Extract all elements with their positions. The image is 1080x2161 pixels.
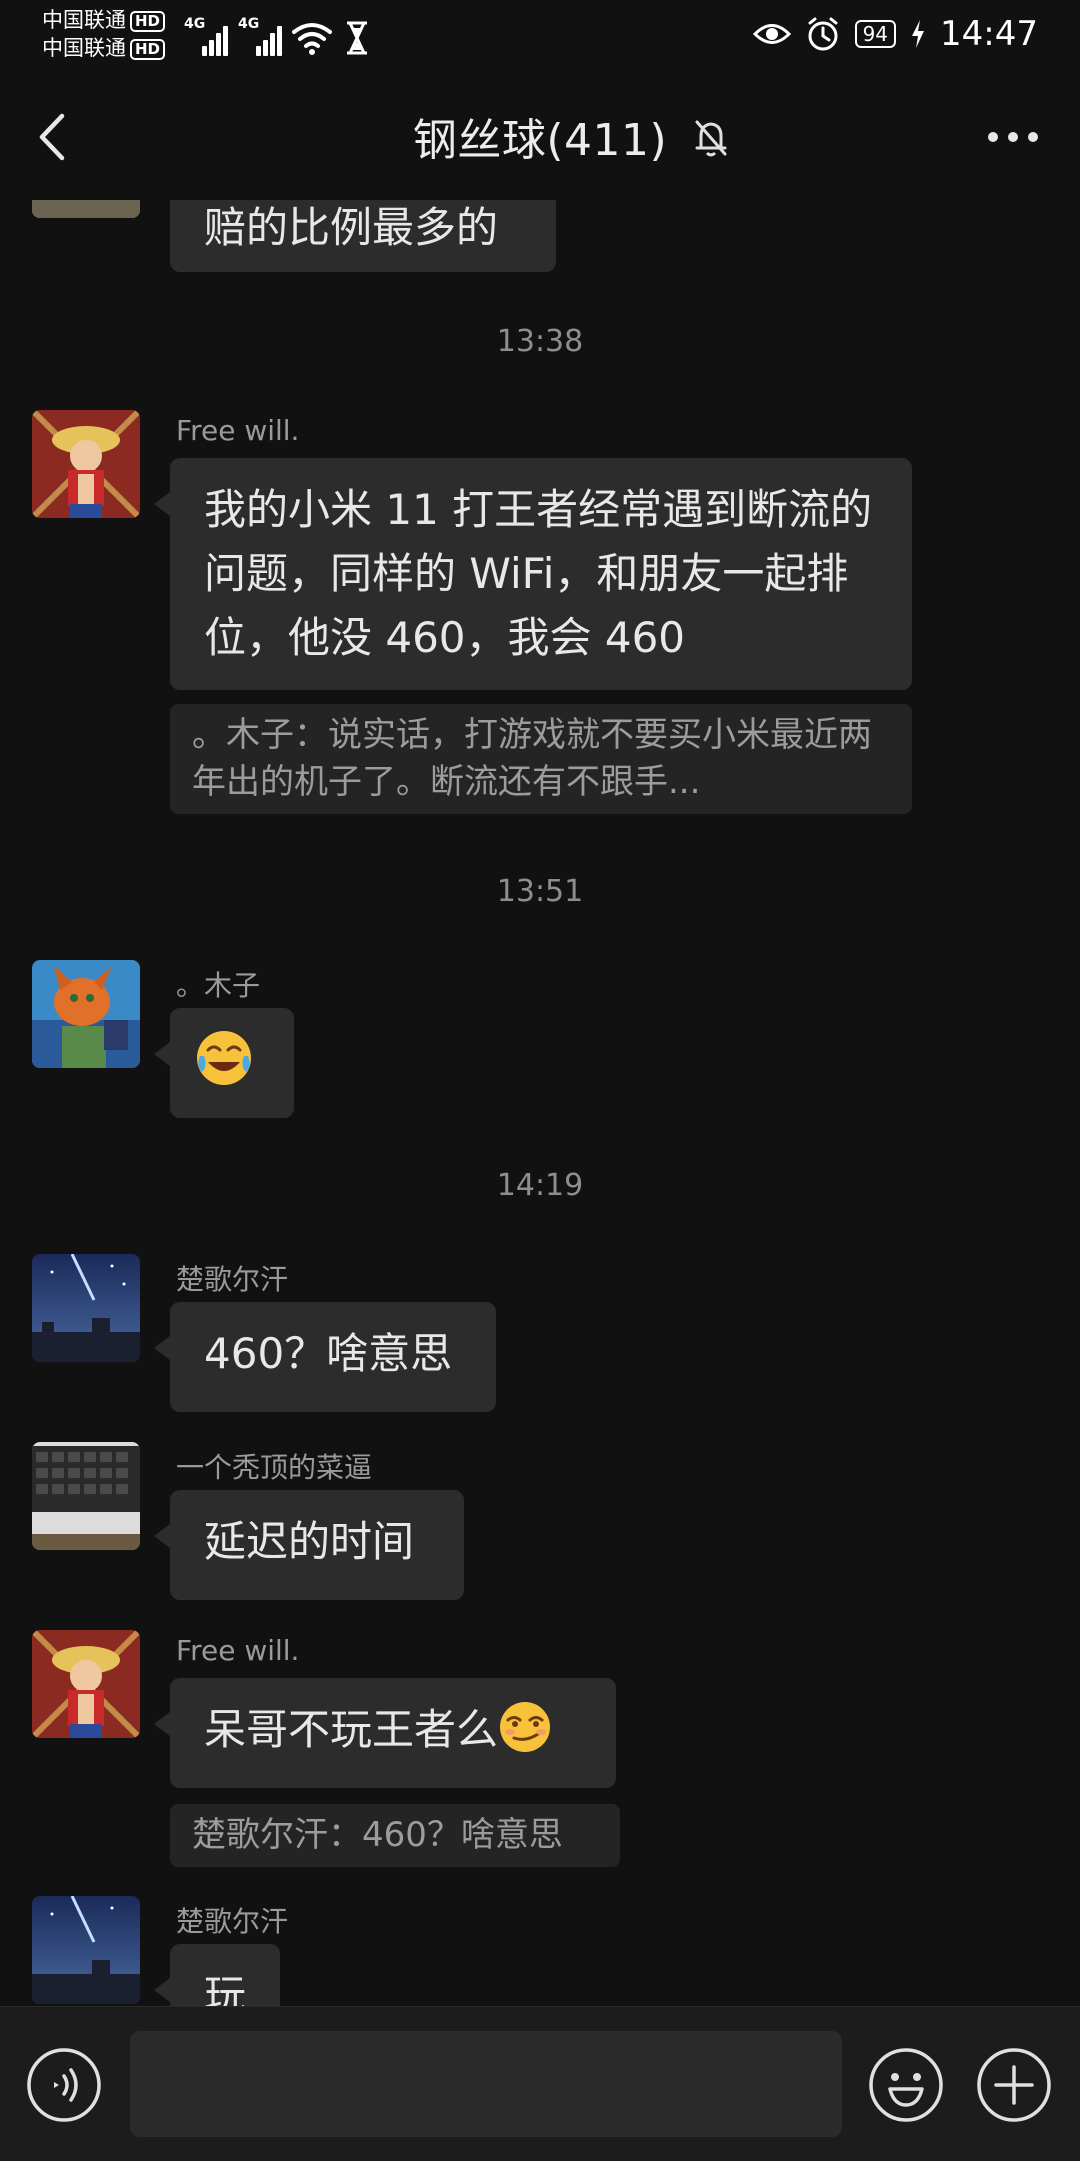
carrier-info: 中国联通 HD 中国联通 HD: [42, 6, 166, 62]
quoted-reply[interactable]: 楚歌尔汗：460？啥意思: [170, 1804, 620, 1867]
sender-name: Free will.: [176, 1634, 300, 1667]
eye-icon: [752, 24, 791, 44]
timestamp: 13:51: [496, 874, 584, 909]
input-bar: [0, 2006, 1080, 2161]
message-text: 玩: [204, 1971, 247, 2006]
chat-title: 钢丝球(411): [412, 115, 668, 166]
emoji-icon[interactable]: [868, 2047, 944, 2123]
avatar-chugeerhan[interactable]: [32, 1896, 140, 2004]
timestamp: 13:38: [496, 324, 584, 359]
hd-badge-1: HD: [130, 11, 166, 32]
message-bubble[interactable]: 460？啥意思: [154, 1302, 496, 1412]
sender-name: 楚歌尔汗: [176, 1905, 289, 1938]
message-text: 延迟的时间: [204, 1517, 415, 1566]
status-right: 94 14:47: [752, 14, 1038, 54]
quoted-reply[interactable]: 。木子：说实话，打游戏就不要买小米最近两年出的机子了。断流还有不跟手...: [170, 704, 912, 814]
signal-group: 4G 4G: [184, 12, 370, 56]
message-bubble[interactable]: 我的小米 11 打王者经常遇到断流的问题，同样的 WiFi，和朋友一起排位，他没…: [154, 458, 912, 690]
message-text: 赔的比例最多的: [204, 203, 499, 252]
avatar-chugeerhan[interactable]: [32, 1254, 140, 1362]
carrier-1-label: 中国联通: [42, 8, 126, 32]
quote-text: 楚歌尔汗：460？啥意思: [192, 1815, 563, 1855]
alarm-icon: [808, 17, 838, 51]
plus-icon[interactable]: [976, 2047, 1052, 2123]
charging-icon: [912, 20, 925, 48]
sender-name: Free will.: [176, 414, 300, 447]
message-text: 460？啥意思: [204, 1329, 453, 1378]
avatar-muzi[interactable]: [32, 960, 140, 1068]
carrier-2-label: 中国联通: [42, 36, 126, 60]
chat-messages[interactable]: 赔的比例最多的 13:38 Free will. 我的小米 11 打王者经常遇到…: [0, 200, 1080, 2006]
status-bar: 中国联通 HD 中国联通 HD 4G 4G 94 14:47: [0, 0, 1080, 70]
message-bubble[interactable]: 延迟的时间: [154, 1490, 464, 1600]
hd-badge-2: HD: [130, 39, 166, 60]
battery-indicator: 94: [854, 20, 897, 48]
chat-header: 钢丝球(411): [0, 70, 1080, 200]
more-dots-icon[interactable]: [986, 130, 1040, 144]
hourglass-icon: [347, 21, 367, 55]
bell-off-icon: [695, 120, 727, 157]
avatar-partial[interactable]: [32, 200, 140, 218]
chat-title-wrapper: 钢丝球(411): [0, 104, 1080, 168]
sender-name: 一个秃顶的菜逼: [176, 1451, 373, 1484]
sender-name: 楚歌尔汗: [176, 1263, 289, 1296]
quote-text: 。木子：说实话，打游戏就不要买小米最近两年出的机子了。断流还有不跟手...: [192, 715, 872, 802]
wifi-icon: [292, 23, 332, 55]
message-bubble[interactable]: 玩: [154, 1944, 280, 2006]
signal-1-icon: 4G: [184, 16, 228, 56]
timestamp: 14:19: [496, 1168, 584, 1203]
avatar-free-will[interactable]: [32, 410, 140, 518]
message-bubble[interactable]: 呆哥不玩王者么: [154, 1678, 616, 1788]
crying-laughing-emoji: [197, 1031, 251, 1085]
avatar-tuding[interactable]: [32, 1442, 140, 1550]
message-text: 呆哥不玩王者么: [204, 1705, 499, 1754]
message-bubble[interactable]: [154, 1008, 294, 1118]
smirk-emoji: [500, 1702, 551, 1752]
sender-name: 。木子: [176, 969, 261, 1002]
avatar-free-will[interactable]: [32, 1630, 140, 1738]
network-type-2: 4G: [238, 16, 260, 32]
clock: 14:47: [940, 14, 1038, 54]
voice-icon[interactable]: [26, 2047, 102, 2123]
signal-2-icon: 4G: [238, 16, 282, 56]
message-text: 我的小米 11 打王者经常遇到断流的问题，同样的 WiFi，和朋友一起排位，他没…: [204, 485, 873, 662]
network-type-1: 4G: [184, 16, 206, 32]
message-bubble[interactable]: 赔的比例最多的: [170, 200, 556, 272]
message-input[interactable]: [130, 2031, 842, 2137]
